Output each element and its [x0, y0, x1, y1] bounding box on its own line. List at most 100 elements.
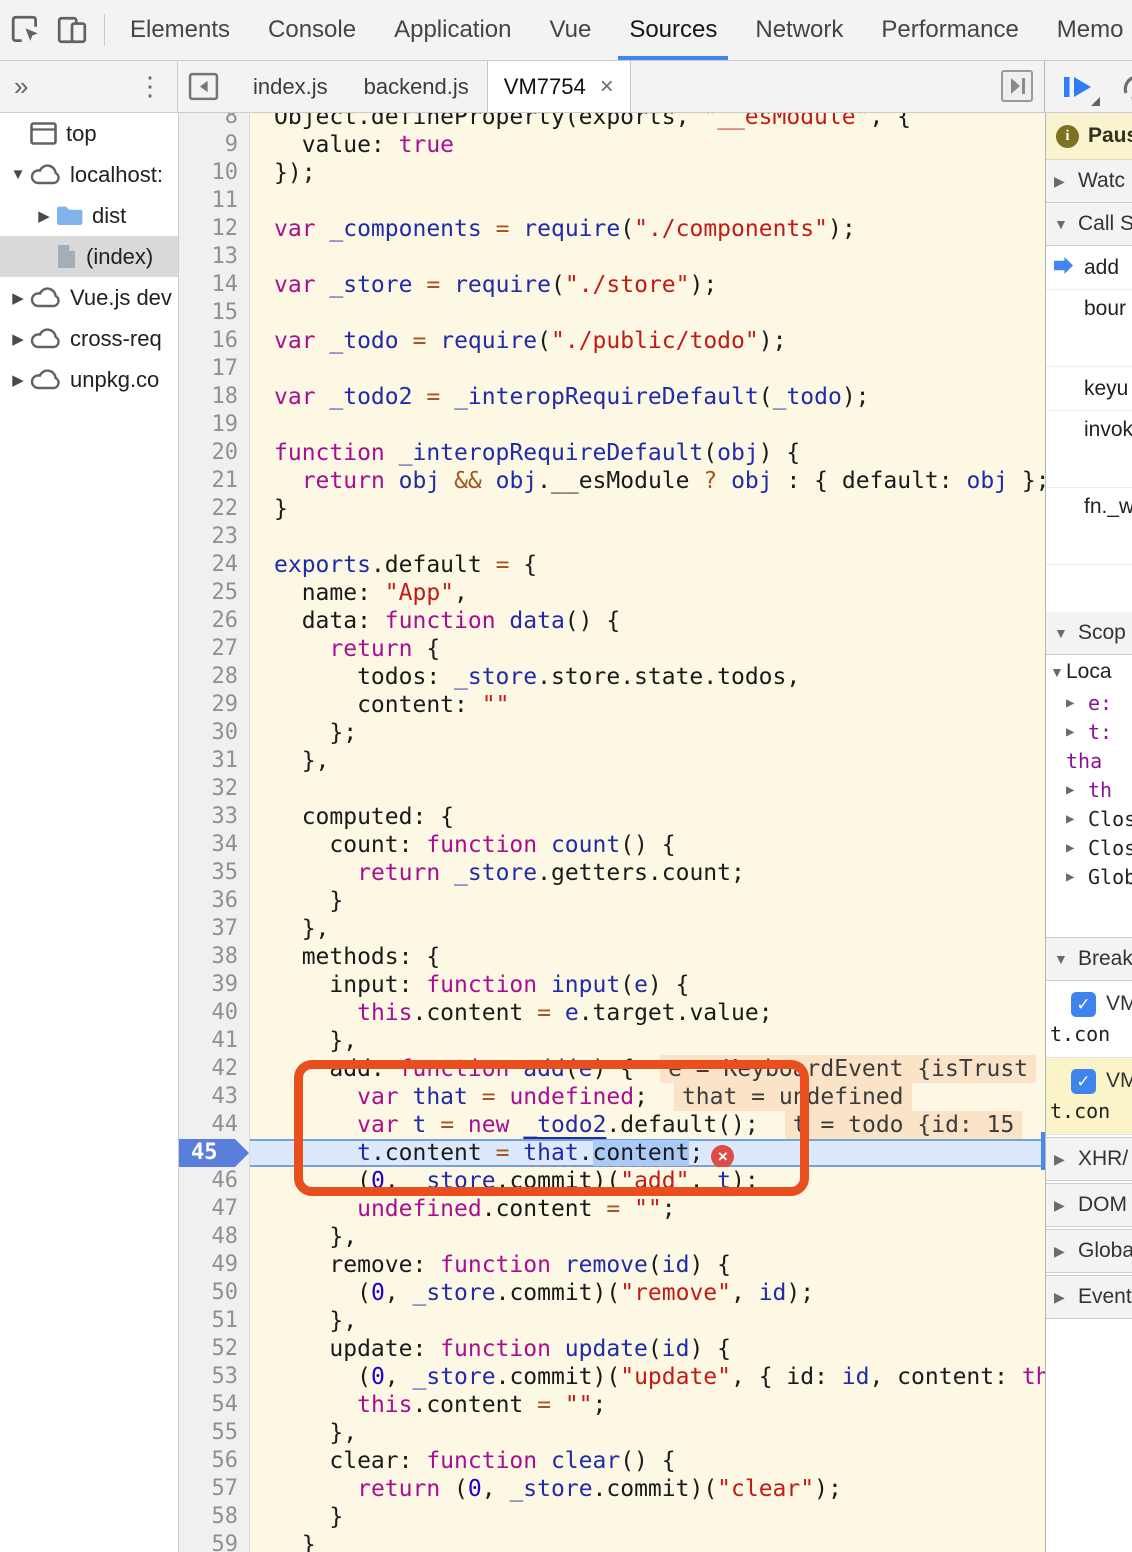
- code-text[interactable]: this.content = "";: [250, 1391, 1045, 1419]
- breakpoints-section-header[interactable]: ▼ Break: [1046, 937, 1132, 981]
- scope-local-header[interactable]: ▼ Loca: [1046, 655, 1132, 688]
- sidebar-item-cross-req[interactable]: ▶ cross-req: [0, 318, 178, 359]
- line-number-gutter[interactable]: 11: [179, 187, 250, 215]
- code-text[interactable]: },: [250, 747, 1045, 775]
- code-text[interactable]: var that = undefined; that = undefined: [250, 1083, 1045, 1111]
- panel-tab-sources[interactable]: Sources: [610, 0, 736, 60]
- code-text[interactable]: },: [250, 1027, 1045, 1055]
- section-header-event[interactable]: ▶ Event: [1046, 1275, 1132, 1319]
- code-text[interactable]: [250, 411, 1045, 439]
- line-number-gutter[interactable]: 44: [179, 1111, 250, 1139]
- scope-entry[interactable]: ▶ Clos: [1046, 833, 1132, 862]
- sidebar-item-unpkg-co[interactable]: ▶ unpkg.co: [0, 359, 178, 400]
- line-number-gutter[interactable]: 40: [179, 999, 250, 1027]
- line-number-gutter[interactable]: 28: [179, 663, 250, 691]
- breakpoint-entry[interactable]: ✓ VM t.con: [1046, 981, 1132, 1058]
- line-number-gutter[interactable]: 12: [179, 215, 250, 243]
- line-number-gutter[interactable]: 56: [179, 1447, 250, 1475]
- code-text[interactable]: remove: function remove(id) {: [250, 1251, 1045, 1279]
- code-text[interactable]: [250, 299, 1045, 327]
- line-number-gutter[interactable]: 16: [179, 327, 250, 355]
- line-number-gutter[interactable]: 48: [179, 1223, 250, 1251]
- line-number-gutter[interactable]: 53: [179, 1363, 250, 1391]
- line-number-gutter[interactable]: 55: [179, 1419, 250, 1447]
- next-editor-tab-icon[interactable]: [1000, 69, 1034, 103]
- sidebar-item--index-[interactable]: (index): [0, 236, 178, 277]
- line-number-gutter[interactable]: 35: [179, 859, 250, 887]
- call-stack-frame[interactable]: keyu: [1046, 367, 1132, 411]
- code-text[interactable]: },: [250, 1223, 1045, 1251]
- code-text[interactable]: input: function input(e) {: [250, 971, 1045, 999]
- code-text[interactable]: [250, 355, 1045, 383]
- code-text[interactable]: todos: _store.store.state.todos,: [250, 663, 1045, 691]
- code-text[interactable]: }: [250, 887, 1045, 915]
- code-text[interactable]: return (0, _store.commit)("clear");: [250, 1475, 1045, 1503]
- code-text[interactable]: name: "App",: [250, 579, 1045, 607]
- code-text[interactable]: });: [250, 159, 1045, 187]
- line-number-gutter[interactable]: 13: [179, 243, 250, 271]
- line-number-gutter[interactable]: 58: [179, 1503, 250, 1531]
- code-text[interactable]: add: function add(e) {e = KeyboardEvent …: [250, 1055, 1045, 1083]
- call-stack-frame[interactable]: bour: [1046, 290, 1132, 367]
- line-number-gutter[interactable]: 38: [179, 943, 250, 971]
- line-number-gutter[interactable]: 26: [179, 607, 250, 635]
- line-number-gutter[interactable]: 49: [179, 1251, 250, 1279]
- code-text[interactable]: },: [250, 915, 1045, 943]
- code-text[interactable]: [250, 775, 1045, 803]
- line-number-gutter[interactable]: 18: [179, 383, 250, 411]
- code-text[interactable]: var _todo2 = _interopRequireDefault(_tod…: [250, 383, 1045, 411]
- section-header-dom[interactable]: ▶ DOM: [1046, 1183, 1132, 1227]
- code-text[interactable]: var _components = require("./components"…: [250, 215, 1045, 243]
- tree-expander-icon[interactable]: ▼: [6, 166, 30, 183]
- line-number-gutter[interactable]: 9: [179, 131, 250, 159]
- line-number-gutter[interactable]: 14: [179, 271, 250, 299]
- line-number-gutter[interactable]: 8: [179, 113, 250, 131]
- call-stack-frame[interactable]: fn._w: [1046, 488, 1132, 565]
- sidebar-item-localhost-[interactable]: ▼ localhost:: [0, 154, 178, 195]
- code-text[interactable]: computed: {: [250, 803, 1045, 831]
- line-number-gutter[interactable]: 43: [179, 1083, 250, 1111]
- scope-section-header[interactable]: ▼ Scop: [1046, 612, 1132, 655]
- breakpoint-checkbox[interactable]: ✓: [1071, 1068, 1096, 1094]
- code-text[interactable]: },: [250, 1419, 1045, 1447]
- panel-tab-memo[interactable]: Memo: [1038, 0, 1132, 60]
- code-text[interactable]: }: [250, 1531, 1045, 1552]
- code-text[interactable]: return _store.getters.count;: [250, 859, 1045, 887]
- line-number-gutter[interactable]: 46: [179, 1167, 250, 1195]
- scope-entry[interactable]: ▶ Glob: [1046, 862, 1132, 891]
- code-text[interactable]: },: [250, 1307, 1045, 1335]
- line-number-gutter[interactable]: 41: [179, 1027, 250, 1055]
- scope-entry[interactable]: tha: [1046, 746, 1132, 775]
- code-text[interactable]: value: true: [250, 131, 1045, 159]
- panel-tab-elements[interactable]: Elements: [111, 0, 249, 60]
- call-stack-section-header[interactable]: ▼ Call S: [1046, 203, 1132, 246]
- line-number-gutter[interactable]: 27: [179, 635, 250, 663]
- line-number-gutter[interactable]: 52: [179, 1335, 250, 1363]
- line-number-gutter[interactable]: 10: [179, 159, 250, 187]
- code-text[interactable]: count: function count() {: [250, 831, 1045, 859]
- tree-expander-icon[interactable]: ▶: [6, 289, 30, 307]
- panel-tab-vue[interactable]: Vue: [531, 0, 611, 60]
- code-text[interactable]: [250, 243, 1045, 271]
- line-number-gutter[interactable]: 24: [179, 551, 250, 579]
- code-text[interactable]: methods: {: [250, 943, 1045, 971]
- call-stack-frame[interactable]: invok: [1046, 411, 1132, 488]
- line-number-gutter[interactable]: 50: [179, 1279, 250, 1307]
- code-text[interactable]: return obj && obj.__esModule ? obj : { d…: [250, 467, 1045, 495]
- code-text[interactable]: (0, _store.commit)("update", { id: id, c…: [250, 1363, 1045, 1391]
- code-text[interactable]: content: "": [250, 691, 1045, 719]
- code-text[interactable]: (0, _store.commit)("add", t);: [250, 1167, 1045, 1195]
- code-text[interactable]: }: [250, 1503, 1045, 1531]
- editor-tab-index.js[interactable]: index.js: [235, 61, 346, 112]
- line-number-gutter[interactable]: 34: [179, 831, 250, 859]
- code-text[interactable]: [250, 523, 1045, 551]
- line-number-gutter[interactable]: 20: [179, 439, 250, 467]
- scope-entry[interactable]: ▶ Clos: [1046, 804, 1132, 833]
- code-text[interactable]: (0, _store.commit)("remove", id);: [250, 1279, 1045, 1307]
- device-toolbar-icon[interactable]: [56, 14, 88, 46]
- code-editor[interactable]: 8 Object.defineProperty(exports, "__esMod…: [179, 113, 1045, 1552]
- code-text[interactable]: var t = new _todo2.default(); t = todo {i…: [250, 1111, 1045, 1139]
- call-stack-frame[interactable]: add: [1046, 246, 1132, 290]
- line-number-gutter[interactable]: 31: [179, 747, 250, 775]
- line-number-gutter[interactable]: 59: [179, 1531, 250, 1552]
